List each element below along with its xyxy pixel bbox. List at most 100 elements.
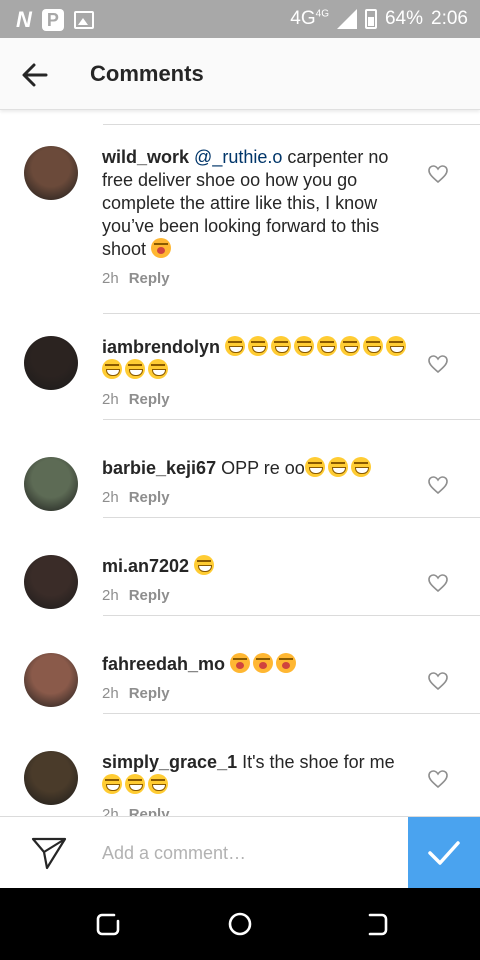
like-heart-icon[interactable] <box>427 670 449 692</box>
image-notification-icon <box>73 11 94 29</box>
crying-face-emoji-icon <box>253 653 274 673</box>
reply-button[interactable]: Reply <box>129 685 170 702</box>
laughing-face-emoji-icon <box>386 336 407 356</box>
laughing-face-emoji-icon <box>148 774 168 794</box>
status-bar-left: N P <box>16 7 94 33</box>
system-nav-bar <box>0 888 480 960</box>
laughing-face-emoji-icon <box>294 336 315 356</box>
laughing-face-emoji-icon <box>102 774 122 794</box>
reply-button[interactable]: Reply <box>129 587 170 604</box>
comment-mention[interactable]: @_ruthie.o <box>194 147 282 167</box>
comment-username[interactable]: fahreedah_mo <box>102 654 225 674</box>
page-title: Comments <box>90 61 204 86</box>
back-button[interactable] <box>18 58 52 92</box>
comment-username[interactable]: barbie_keji67 <box>102 458 216 478</box>
avatar[interactable] <box>24 457 78 511</box>
comment-list[interactable]: wild_work @_ruthie.o carpenter no free d… <box>0 110 480 816</box>
status-bar: N P 4G4G 64% 2:06 <box>0 0 480 38</box>
like-heart-icon[interactable] <box>427 353 449 375</box>
send-direct-icon[interactable] <box>30 835 68 871</box>
avatar[interactable] <box>24 653 78 707</box>
comment-username[interactable]: simply_grace_1 <box>102 752 237 772</box>
reply-button[interactable]: Reply <box>129 489 170 506</box>
comment-meta: 2h Reply <box>102 489 412 506</box>
comment-input[interactable] <box>90 837 390 869</box>
checkmark-icon <box>428 841 460 865</box>
laughing-face-emoji-icon <box>102 359 122 379</box>
comment-meta: 2h Reply <box>102 270 412 287</box>
divider <box>103 517 480 518</box>
avatar[interactable] <box>24 555 78 609</box>
like-heart-icon[interactable] <box>427 163 449 185</box>
post-comment-button[interactable] <box>408 817 480 889</box>
status-bar-right: 4G4G 64% 2:06 <box>290 8 468 30</box>
laughing-face-emoji-icon <box>363 336 384 356</box>
laughing-face-emoji-icon <box>125 359 145 379</box>
network-type: 4G4G <box>290 8 329 29</box>
laughing-face-emoji-icon <box>317 336 338 356</box>
laughing-face-emoji-icon <box>225 336 246 356</box>
like-heart-icon[interactable] <box>427 768 449 790</box>
clock: 2:06 <box>431 8 468 29</box>
comment-text: mi.an7202 <box>102 555 412 578</box>
arrow-left-icon <box>22 63 48 87</box>
add-comment-bar <box>0 816 480 889</box>
comment-text: fahreedah_mo <box>102 653 412 676</box>
reply-button[interactable]: Reply <box>129 806 170 816</box>
comment-meta: 2h Reply <box>102 685 412 702</box>
divider <box>103 124 480 125</box>
comment-text: barbie_keji67 OPP re oo <box>102 457 412 480</box>
comment-body: iambrendolyn 2h Reply <box>102 336 412 408</box>
avatar[interactable] <box>24 146 78 200</box>
divider <box>103 419 480 420</box>
comment-username[interactable]: mi.an7202 <box>102 556 189 576</box>
comment-username[interactable]: wild_work <box>102 147 189 167</box>
app-header: Comments <box>0 38 480 110</box>
laughing-face-emoji-icon <box>340 336 361 356</box>
battery-icon <box>364 9 377 29</box>
comment-time: 2h <box>102 587 119 604</box>
comment-body: mi.an7202 2h Reply <box>102 555 412 604</box>
comment-meta: 2h Reply <box>102 391 412 408</box>
comment-body: simply_grace_1 It's the shoe for me 2h Re… <box>102 751 412 816</box>
comment-meta: 2h Reply <box>102 806 412 816</box>
comment-meta: 2h Reply <box>102 587 412 604</box>
avatar[interactable] <box>24 336 78 390</box>
comment-time: 2h <box>102 270 119 287</box>
like-heart-icon[interactable] <box>427 572 449 594</box>
laughing-face-emoji-icon <box>248 336 269 356</box>
crying-face-emoji-icon <box>151 238 172 258</box>
comment-text: wild_work @_ruthie.o carpenter no free d… <box>102 146 412 261</box>
laughing-face-emoji-icon <box>194 555 215 575</box>
recents-button[interactable] <box>94 910 122 938</box>
comment-text: simply_grace_1 It's the shoe for me <box>102 751 412 797</box>
n-notification-icon: N <box>16 7 32 32</box>
comment-username[interactable]: iambrendolyn <box>102 337 220 357</box>
comment-time: 2h <box>102 806 119 816</box>
reply-button[interactable]: Reply <box>129 270 170 287</box>
back-nav-button[interactable] <box>362 910 390 938</box>
home-button[interactable] <box>226 910 254 938</box>
comment-body: barbie_keji67 OPP re oo 2h Reply <box>102 457 412 506</box>
divider <box>103 713 480 714</box>
comment-time: 2h <box>102 489 119 506</box>
laughing-face-emoji-icon <box>350 457 371 477</box>
crying-face-emoji-icon <box>230 653 251 673</box>
comment-body: wild_work @_ruthie.o carpenter no free d… <box>102 146 412 287</box>
comment-message: OPP re oo <box>216 458 305 478</box>
battery-percent: 64% <box>384 8 424 29</box>
divider <box>103 615 480 616</box>
comment-time: 2h <box>102 685 119 702</box>
reply-button[interactable]: Reply <box>129 391 170 408</box>
laughing-face-emoji-icon <box>125 774 145 794</box>
signal-icon <box>336 9 357 29</box>
comment-text: iambrendolyn <box>102 336 412 382</box>
comment-message: It's the shoe for me <box>237 752 395 772</box>
laughing-face-emoji-icon <box>327 457 348 477</box>
comment-body: fahreedah_mo 2h Reply <box>102 653 412 702</box>
like-heart-icon[interactable] <box>427 474 449 496</box>
laughing-face-emoji-icon <box>148 359 168 379</box>
crying-face-emoji-icon <box>276 653 297 673</box>
divider <box>103 313 480 314</box>
avatar[interactable] <box>24 751 78 805</box>
